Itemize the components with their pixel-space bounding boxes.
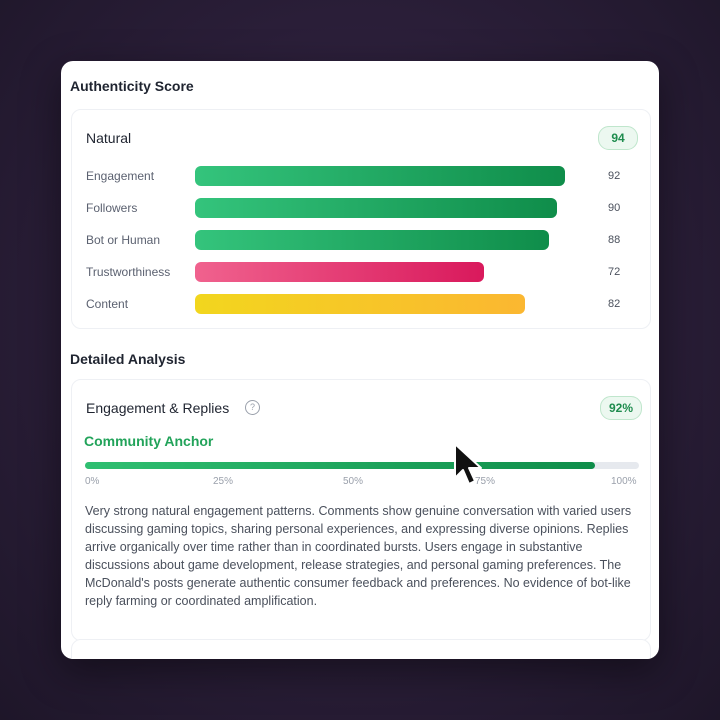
next-analysis-panel[interactable]: [71, 639, 651, 659]
metric-value: 82: [608, 298, 621, 310]
metric-row-bot-or-human: Bot or Human 88: [72, 228, 650, 252]
metric-value: 72: [608, 266, 621, 278]
tick-label: 25%: [213, 476, 234, 487]
metric-bar: [195, 294, 525, 314]
authenticity-score-badge: 94: [598, 126, 638, 150]
engagement-replies-title: Engagement & Replies: [86, 400, 230, 416]
score-progress-fill: [85, 462, 595, 469]
tick-label: 100%: [611, 476, 637, 487]
score-progress-track: [85, 462, 639, 469]
mouse-pointer-icon: [454, 443, 482, 485]
metric-label: Bot or Human: [86, 233, 161, 247]
metric-bar: [195, 166, 565, 186]
metric-label: Engagement: [86, 169, 155, 183]
metric-bar: [195, 230, 549, 250]
metric-bar: [195, 198, 557, 218]
detailed-analysis-heading: Detailed Analysis: [70, 351, 186, 367]
metric-label: Trustworthiness: [86, 265, 171, 279]
metric-value: 92: [608, 170, 621, 182]
metric-row-content: Content 82: [72, 292, 650, 316]
tick-label: 0%: [85, 476, 100, 487]
tick-label: 50%: [343, 476, 364, 487]
metric-label: Followers: [86, 201, 138, 215]
help-circle-icon[interactable]: ?: [245, 400, 260, 415]
authenticity-label: Natural: [86, 130, 132, 146]
category-label: Community Anchor: [84, 433, 214, 449]
metric-value: 88: [608, 234, 621, 246]
metric-bar: [195, 262, 484, 282]
authenticity-score-heading: Authenticity Score: [70, 78, 194, 94]
engagement-score-badge: 92%: [600, 396, 643, 420]
metric-value: 90: [608, 202, 621, 214]
analysis-description: Very strong natural engagement patterns.…: [85, 504, 632, 608]
authenticity-panel: Natural 94 Engagement 92 Followers 90 Bo…: [71, 109, 651, 329]
analysis-card: Authenticity Score Natural 94 Engagement…: [61, 61, 659, 659]
metric-row-engagement: Engagement 92: [72, 164, 650, 188]
metric-row-trustworthiness: Trustworthiness 72: [72, 260, 650, 284]
metric-label: Content: [86, 297, 129, 311]
metric-row-followers: Followers 90: [72, 196, 650, 220]
